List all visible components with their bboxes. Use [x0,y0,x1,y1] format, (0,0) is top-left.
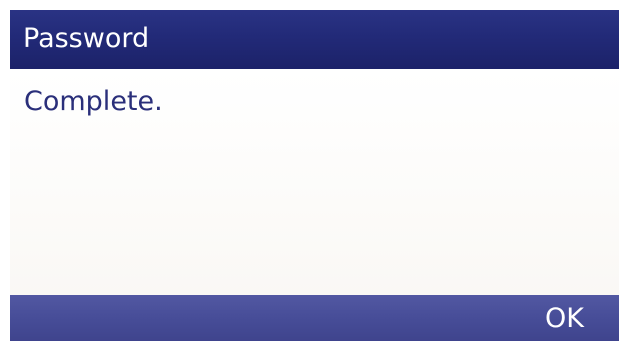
ok-softkey[interactable]: OK [466,295,619,341]
softkey-1 [10,295,162,341]
title-bar: Password [10,10,619,69]
display-panel: Password Complete. OK [10,10,619,341]
status-message: Complete. [24,86,163,117]
ok-softkey-label: OK [545,303,584,334]
phone-screen: Password Complete. OK [0,0,629,351]
screen-title: Password [23,23,150,54]
softkey-2 [162,295,314,341]
softkey-3 [314,295,466,341]
softkey-bar: OK [10,295,619,341]
message-area: Complete. [10,69,619,295]
